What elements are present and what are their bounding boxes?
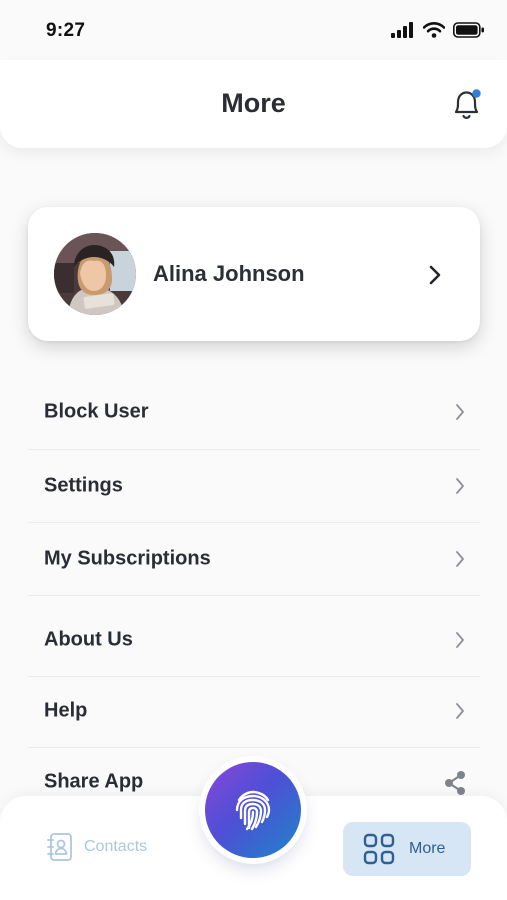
chevron-right-icon (456, 632, 464, 648)
menu-item-label: Block User (44, 400, 149, 423)
wifi-icon (423, 22, 445, 38)
fingerprint-icon (235, 790, 271, 831)
menu-item-my-subscriptions[interactable]: My Subscriptions (28, 523, 480, 595)
chevron-right-icon (456, 703, 464, 719)
avatar (54, 233, 136, 315)
menu-item-settings[interactable]: Settings (28, 450, 480, 522)
chevron-right-icon (456, 551, 464, 567)
nav-tab-contacts[interactable]: Contacts (46, 832, 147, 862)
profile-card[interactable]: Alina Johnson (28, 207, 480, 341)
contact-book-icon (47, 833, 72, 861)
share-icon (445, 771, 465, 795)
status-icons (391, 22, 485, 38)
chevron-right-icon (456, 404, 464, 420)
menu-item-label: About Us (44, 628, 133, 651)
profile-name: Alina Johnson (153, 261, 305, 286)
menu-item-label: Help (44, 699, 88, 722)
header: More (0, 60, 507, 148)
status-bar: 9:27 (0, 0, 507, 60)
menu-item-about-us[interactable]: About Us (28, 604, 480, 676)
notification-dot (472, 89, 481, 98)
status-time: 9:27 (46, 20, 86, 41)
nav-tab-more[interactable]: More (343, 822, 471, 876)
page-title: More (221, 88, 286, 118)
menu-item-label: Share App (44, 770, 144, 793)
battery-icon (453, 22, 484, 38)
bell-icon (454, 89, 481, 119)
nav-more-label: More (409, 840, 446, 857)
divider (28, 595, 480, 596)
nav-contacts-label: Contacts (84, 838, 148, 855)
chevron-right-icon (429, 265, 441, 285)
grid-icon (363, 833, 395, 865)
menu-item-help[interactable]: Help (28, 675, 480, 747)
chevron-right-icon (456, 478, 464, 494)
menu-item-block-user[interactable]: Block User (28, 376, 480, 448)
menu-item-label: My Subscriptions (44, 547, 211, 570)
cellular-signal-icon (391, 22, 413, 38)
notifications-button[interactable] (450, 87, 484, 123)
fingerprint-button[interactable] (205, 762, 301, 858)
menu-item-label: Settings (44, 474, 123, 497)
